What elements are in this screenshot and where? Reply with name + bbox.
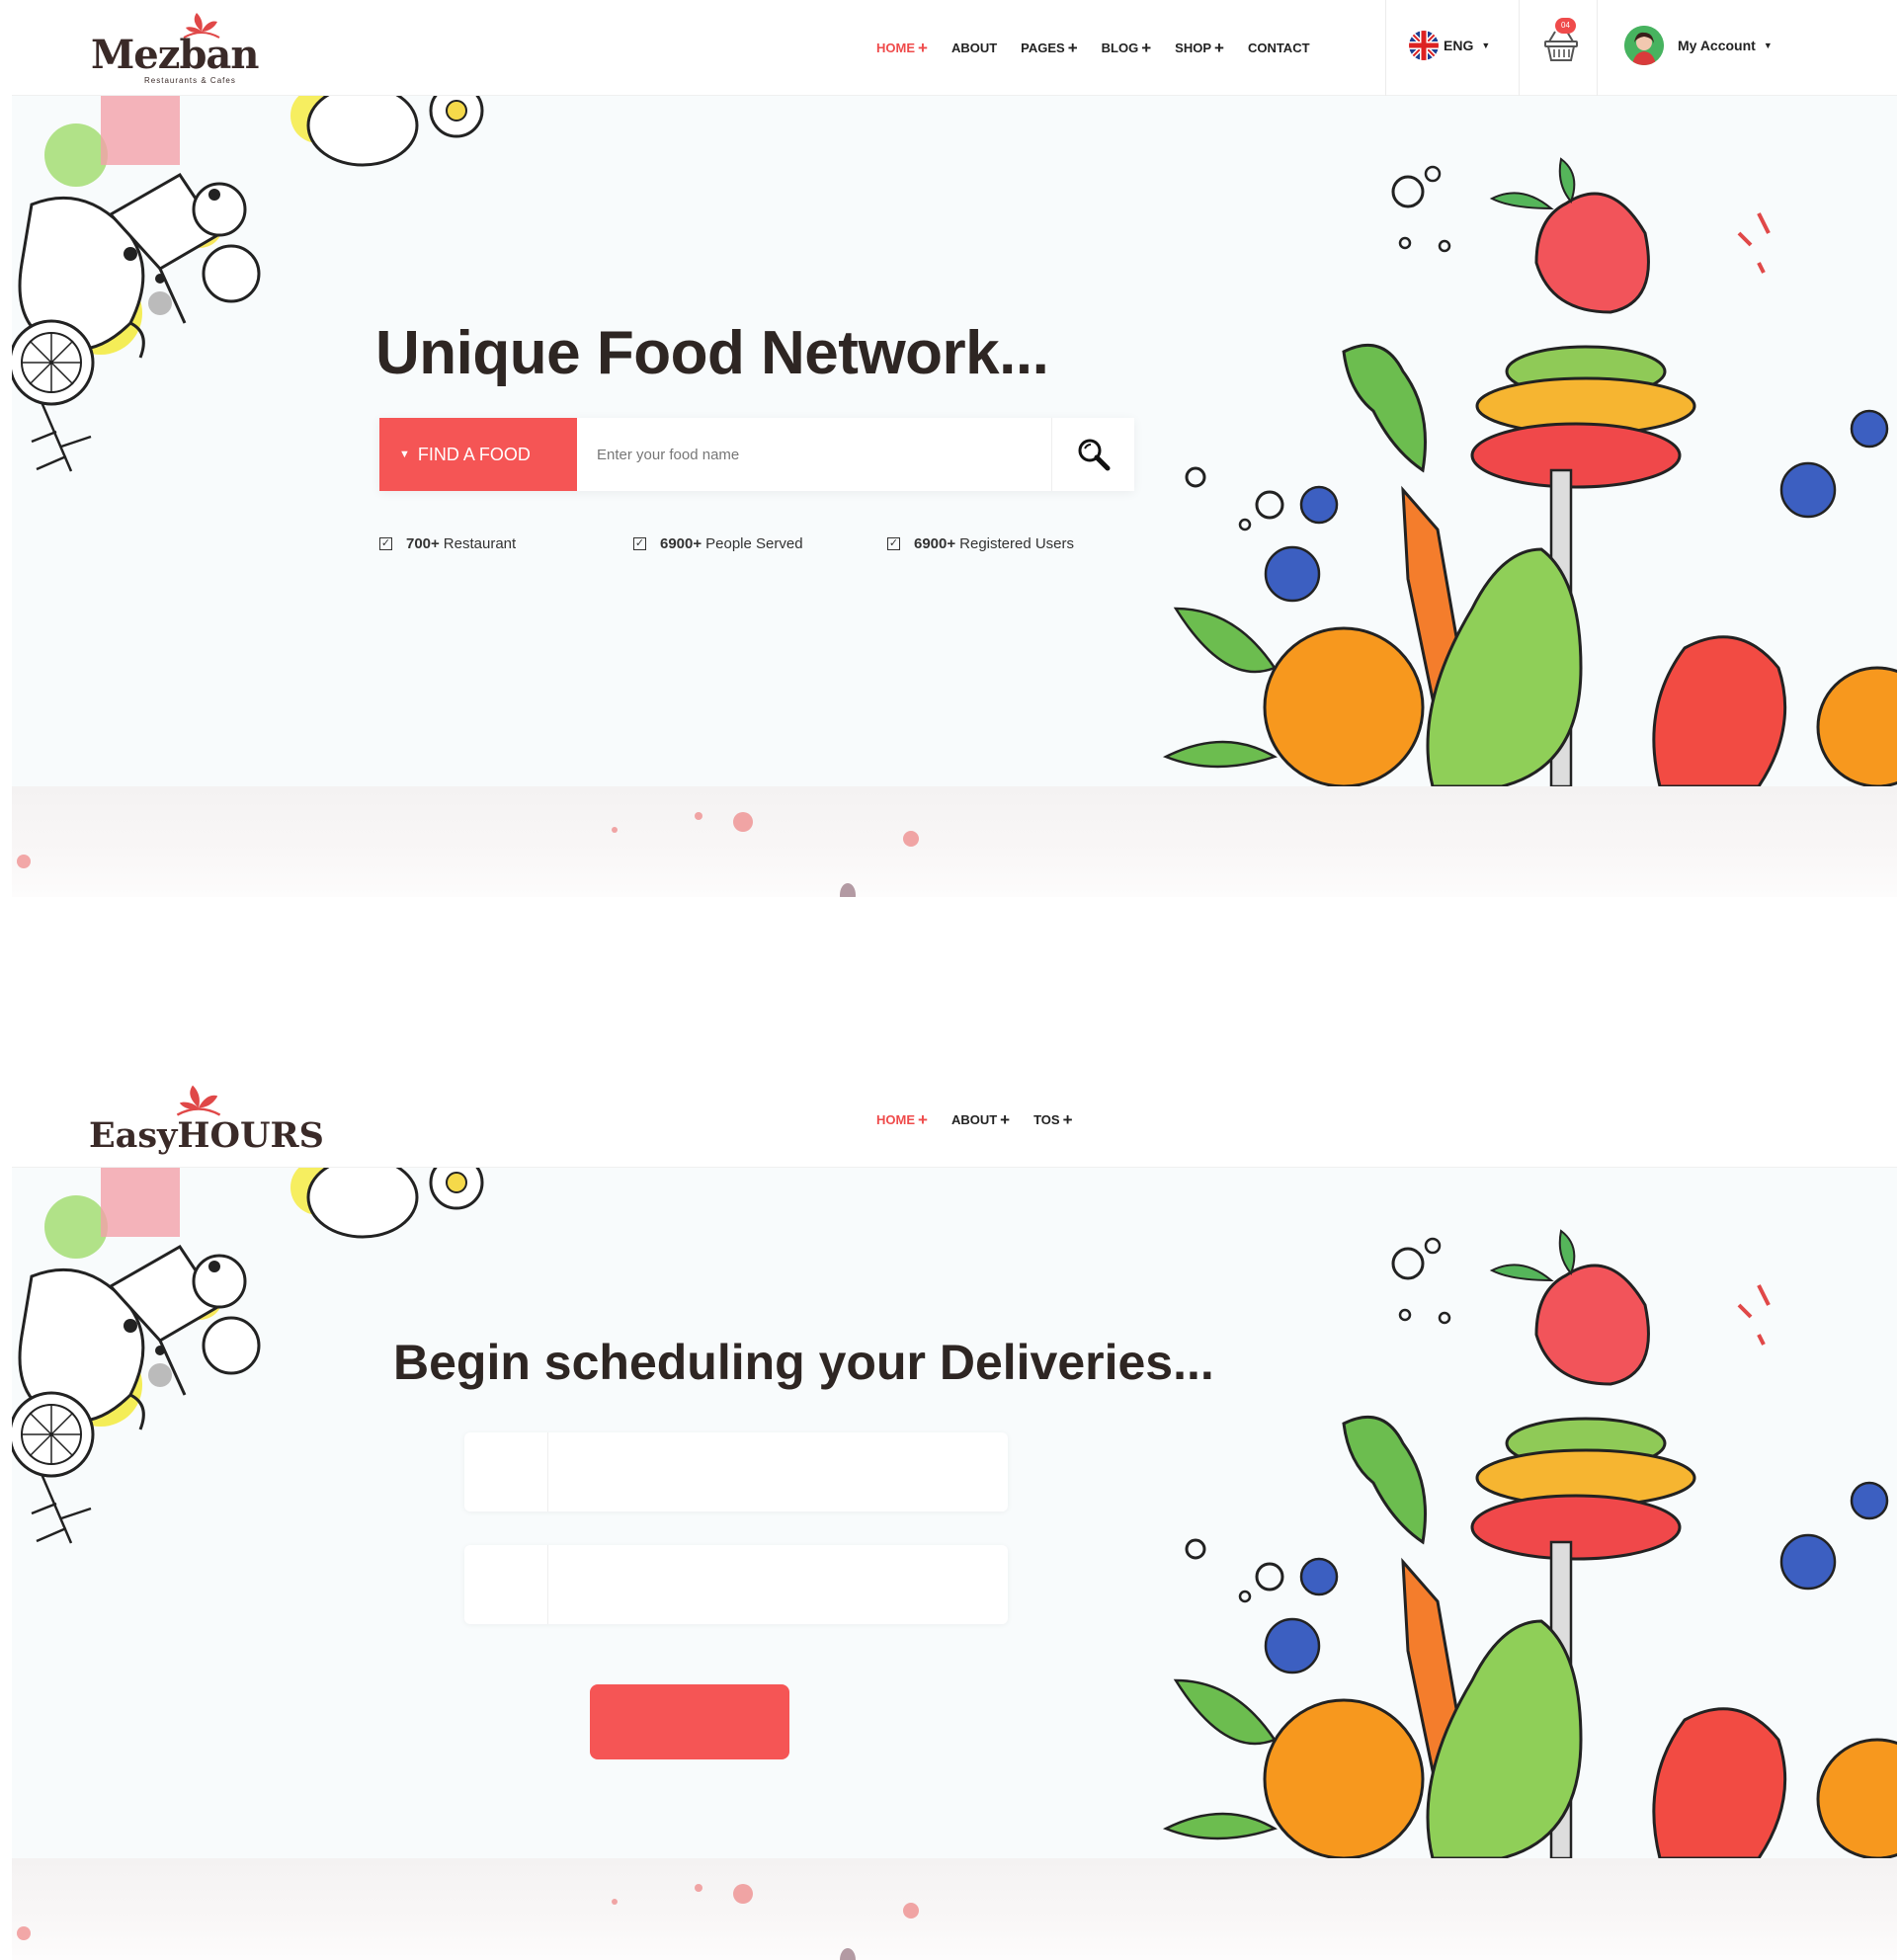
page: Mezban Restaurants & Cafes HOME + ABOUT P… — [0, 0, 1899, 1960]
stat-number: 6900+ — [914, 535, 956, 552]
nav-about[interactable]: ABOUT + — [951, 1110, 1010, 1130]
stat-people-served: ✓ 6900+ People Served — [633, 535, 803, 552]
logo-leaf-icon — [176, 1085, 221, 1116]
account-label: My Account — [1678, 38, 1756, 53]
delivery-input-1[interactable] — [549, 1432, 1004, 1511]
nav-divider — [1519, 0, 1520, 96]
checkbox-icon: ✓ — [887, 537, 900, 550]
cart-count-badge: 04 — [1555, 18, 1576, 34]
stat-number: 700+ — [406, 535, 440, 552]
find-food-dropdown[interactable]: ▼ FIND A FOOD — [379, 418, 577, 491]
find-food-label: FIND A FOOD — [417, 444, 531, 464]
delivery-field-1 — [464, 1432, 1008, 1511]
stat-label: Restaurant — [443, 535, 517, 552]
texture-strip — [12, 786, 1897, 897]
food-search-bar: ▼ FIND A FOOD — [379, 418, 1134, 491]
bottom-navbar: EasyHOURS HOME + ABOUT + TOS + — [12, 1072, 1897, 1168]
food-doodle-right-illustration — [1162, 1229, 1897, 1858]
top-navbar: Mezban Restaurants & Cafes HOME + ABOUT P… — [12, 0, 1897, 96]
nav-divider — [1385, 0, 1386, 96]
main-menu: HOME + ABOUT PAGES + BLOG + SHOP + CONTACT — [876, 0, 1334, 96]
field-addon — [464, 1432, 548, 1511]
food-doodle-right-illustration — [1162, 157, 1897, 786]
submit-button[interactable] — [590, 1684, 789, 1759]
stat-number: 6900+ — [660, 535, 702, 552]
main-menu: HOME + ABOUT + TOS + — [876, 1072, 1097, 1168]
hero-title: Unique Food Network... — [375, 319, 1049, 387]
checkbox-icon: ✓ — [633, 537, 646, 550]
mezban-hero: Unique Food Network... ▼ FIND A FOOD Ent… — [12, 96, 1897, 786]
chevron-down-icon: ▼ — [1763, 41, 1773, 50]
nav-divider — [1597, 0, 1598, 96]
nav-tos[interactable]: TOS + — [1033, 1110, 1072, 1130]
splatter-decoration — [17, 812, 919, 897]
nav-pages[interactable]: PAGES + — [1021, 39, 1078, 58]
nav-blog[interactable]: BLOG + — [1102, 39, 1152, 58]
logo-name: Mezban — [91, 32, 259, 78]
nav-contact[interactable]: CONTACT — [1248, 41, 1310, 55]
account-menu[interactable]: My Account ▼ — [1624, 26, 1773, 65]
search-icon — [1078, 439, 1110, 471]
caret-down-icon: ▼ — [399, 449, 410, 460]
easyhours-panel: EasyHOURS HOME + ABOUT + TOS + Begin sch… — [12, 1072, 1897, 1960]
language-selector[interactable]: ENG ▼ — [1409, 31, 1490, 60]
mezban-panel: Mezban Restaurants & Cafes HOME + ABOUT P… — [12, 0, 1897, 897]
mezban-logo[interactable]: Mezban Restaurants & Cafes — [91, 10, 289, 93]
delivery-field-2 — [464, 1545, 1008, 1624]
texture-strip — [12, 1858, 1897, 1960]
stat-restaurants: ✓ 700+ Restaurant — [379, 535, 516, 552]
field-addon — [464, 1545, 548, 1624]
nav-about[interactable]: ABOUT — [951, 41, 997, 55]
nav-home[interactable]: HOME + — [876, 1110, 928, 1130]
easyhours-logo[interactable]: EasyHOURS — [89, 1082, 324, 1165]
avatar-icon — [1624, 26, 1664, 65]
easyhours-hero: Begin scheduling your Deliveries... — [12, 1168, 1897, 1858]
hero-title: Begin scheduling your Deliveries... — [393, 1335, 1214, 1390]
language-label: ENG — [1444, 38, 1474, 53]
nav-shop[interactable]: SHOP + — [1175, 39, 1224, 58]
stat-label: People Served — [705, 535, 803, 552]
checkbox-icon: ✓ — [379, 537, 392, 550]
splatter-decoration — [17, 1884, 919, 1960]
logo-name: EasyHOURS — [89, 1115, 324, 1156]
cart-button[interactable]: 04 — [1541, 18, 1581, 67]
stat-label: Registered Users — [959, 535, 1075, 552]
food-search-input[interactable] — [577, 418, 1051, 491]
search-button[interactable] — [1051, 418, 1134, 491]
logo-tagline: Restaurants & Cafes — [144, 76, 236, 85]
avatar — [1624, 26, 1664, 65]
stat-registered-users: ✓ 6900+ Registered Users — [887, 535, 1074, 552]
nav-home[interactable]: HOME + — [876, 39, 928, 58]
delivery-input-2[interactable] — [549, 1545, 1004, 1624]
chevron-down-icon: ▼ — [1481, 41, 1491, 50]
uk-flag-icon — [1409, 31, 1439, 60]
